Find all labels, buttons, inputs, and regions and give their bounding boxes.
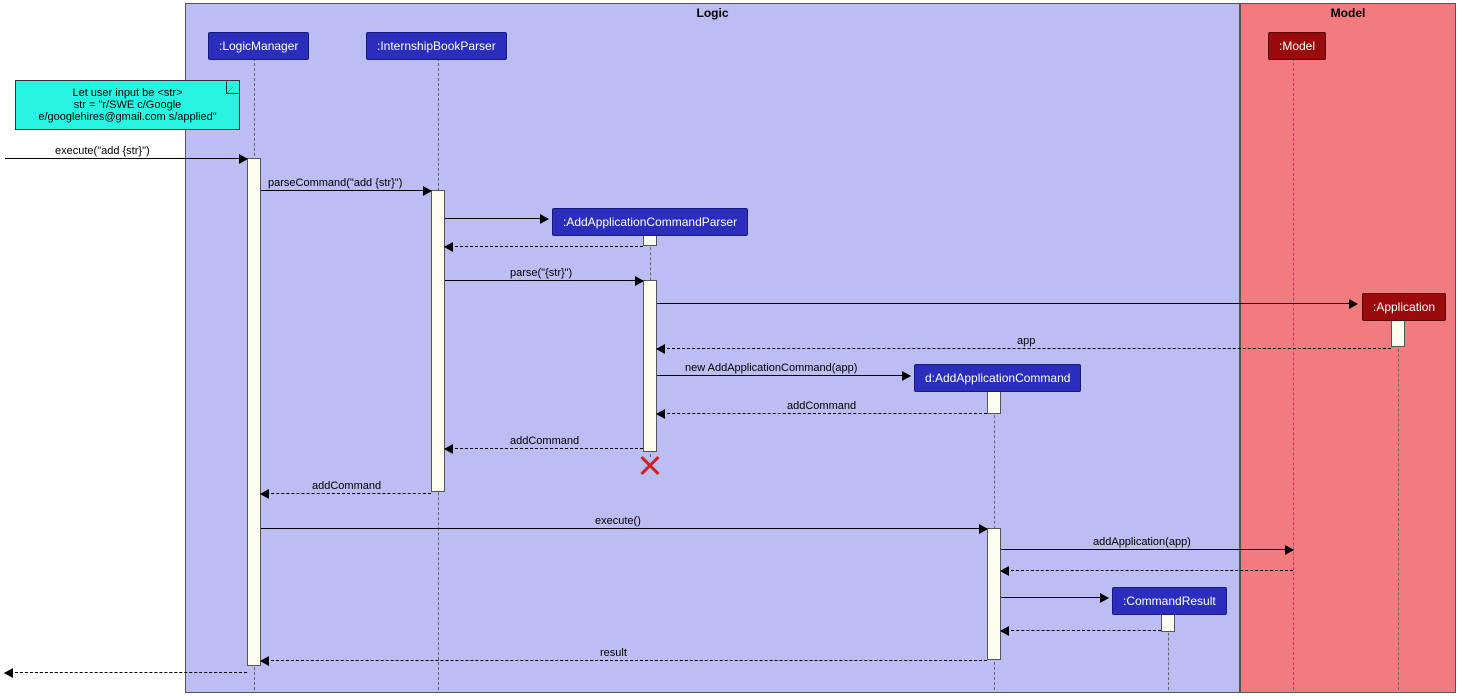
arrow-add-cmd-2 — [445, 448, 643, 449]
msg-add-cmd-3: addCommand — [312, 480, 381, 492]
input-note: Let user input be <str> str = "r/SWE c/G… — [15, 80, 240, 130]
logic-manager-activation — [247, 158, 261, 666]
model-box: :Model — [1268, 32, 1326, 60]
msg-parse-command: parseCommand("add {str}") — [268, 177, 402, 189]
logic-region-title: Logic — [186, 4, 1239, 22]
msg-result: result — [600, 647, 627, 659]
arrow-execute1 — [5, 158, 247, 159]
internship-parser-activation — [431, 190, 445, 492]
command-result-box: :CommandResult — [1112, 587, 1227, 615]
msg-add-application: addApplication(app) — [1093, 536, 1191, 548]
note-line2: str = "r/SWE c/Google — [24, 99, 231, 111]
arrow-app-return — [657, 348, 1391, 349]
arrow-parse-command — [261, 190, 431, 191]
msg-add-cmd-2: addCommand — [510, 435, 579, 447]
arrow-create-parser-return — [445, 246, 643, 247]
note-line3: e/googlehires@gmail.com s/applied" — [24, 111, 231, 123]
arrow-create-result — [1001, 597, 1108, 598]
arrow-add-cmd-1 — [657, 413, 987, 414]
arrow-new-add-cmd — [657, 375, 910, 376]
add-app-cmd-parser-box: :AddApplicationCommandParser — [552, 208, 748, 236]
model-lifeline — [1293, 58, 1294, 690]
arrow-final-return — [5, 672, 247, 673]
msg-parse: parse("{str}") — [510, 267, 572, 279]
msg-execute1: execute("add {str}") — [55, 145, 150, 157]
note-line1: Let user input be <str> — [24, 87, 231, 99]
add-app-cmd-activation-2 — [987, 528, 1001, 660]
arrow-create-parser — [445, 218, 548, 219]
msg-execute2: execute() — [595, 515, 641, 527]
arrow-result-return — [1001, 630, 1161, 631]
internship-parser-box: :InternshipBookParser — [366, 32, 507, 60]
arrow-add-application — [1001, 549, 1293, 550]
msg-add-cmd-1: addCommand — [787, 400, 856, 412]
arrow-parse — [445, 280, 643, 281]
application-lifeline — [1398, 319, 1399, 690]
add-app-cmd-parser-activation-2 — [643, 280, 657, 452]
arrow-result — [261, 660, 987, 661]
arrow-execute2 — [261, 528, 987, 529]
arrow-add-cmd-3 — [261, 493, 431, 494]
destroy-parser-icon — [638, 454, 662, 478]
arrow-add-app-return — [1001, 570, 1293, 571]
arrow-create-app — [657, 303, 1357, 304]
application-box: :Application — [1362, 293, 1446, 321]
msg-new-add-cmd: new AddApplicationCommand(app) — [685, 362, 857, 374]
msg-app: app — [1017, 335, 1035, 347]
add-app-cmd-box: d:AddApplicationCommand — [914, 364, 1081, 392]
logic-manager-box: :LogicManager — [208, 32, 309, 60]
model-region-title: Model — [1241, 4, 1455, 22]
